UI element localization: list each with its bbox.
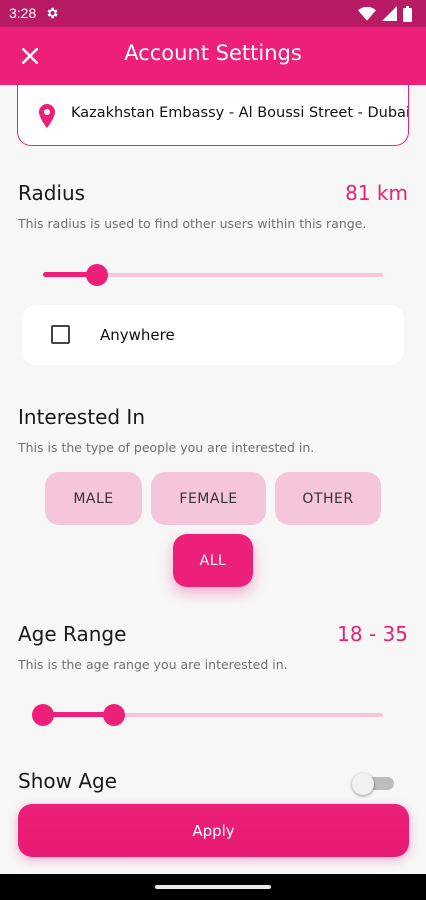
apply-button[interactable]: Apply <box>18 804 409 857</box>
radius-description: This radius is used to find other users … <box>18 216 367 231</box>
battery-icon <box>403 5 412 22</box>
toggle-thumb <box>352 773 374 795</box>
age-range-title: Age Range <box>18 622 127 646</box>
age-range-description: This is the age range you are interested… <box>18 657 288 672</box>
home-gesture-pill[interactable] <box>155 885 271 889</box>
location-field[interactable]: Kazakhstan Embassy - Al Boussi Street - … <box>17 85 409 146</box>
location-pin-icon <box>39 104 55 128</box>
settings-gear-icon <box>47 7 58 19</box>
wifi-icon <box>358 6 376 21</box>
chip-all[interactable]: ALL <box>173 534 253 587</box>
age-slider-min-thumb[interactable] <box>32 704 54 726</box>
page-title: Account Settings <box>124 41 302 65</box>
location-text: Kazakhstan Embassy - Al Boussi Street - … <box>71 105 409 121</box>
radius-value: 81 km <box>345 181 408 205</box>
chip-female[interactable]: FEMALE <box>151 472 266 525</box>
navigation-bar <box>0 874 426 900</box>
radius-slider[interactable] <box>43 264 383 286</box>
anywhere-option[interactable]: Anywhere <box>22 305 404 365</box>
chip-male[interactable]: MALE <box>45 472 142 525</box>
settings-content[interactable]: Kazakhstan Embassy - Al Boussi Street - … <box>0 85 426 874</box>
age-range-value: 18 - 35 <box>337 622 408 646</box>
app-bar: Account Settings <box>0 27 426 85</box>
status-time: 3:28 <box>9 5 37 21</box>
cell-signal-icon <box>382 6 397 21</box>
anywhere-checkbox[interactable] <box>51 325 70 344</box>
radius-title: Radius <box>18 181 86 205</box>
interested-in-description: This is the type of people you are inter… <box>18 440 315 455</box>
interested-in-title: Interested In <box>18 405 146 429</box>
age-range-slider[interactable] <box>32 704 383 726</box>
status-bar: 3:28 <box>0 0 426 27</box>
anywhere-label: Anywhere <box>100 326 175 344</box>
chip-other[interactable]: OTHER <box>275 472 381 525</box>
age-slider-max-thumb[interactable] <box>103 704 126 726</box>
radius-slider-thumb[interactable] <box>86 264 109 286</box>
show-age-toggle[interactable] <box>352 773 396 795</box>
show-age-title: Show Age <box>18 769 118 793</box>
